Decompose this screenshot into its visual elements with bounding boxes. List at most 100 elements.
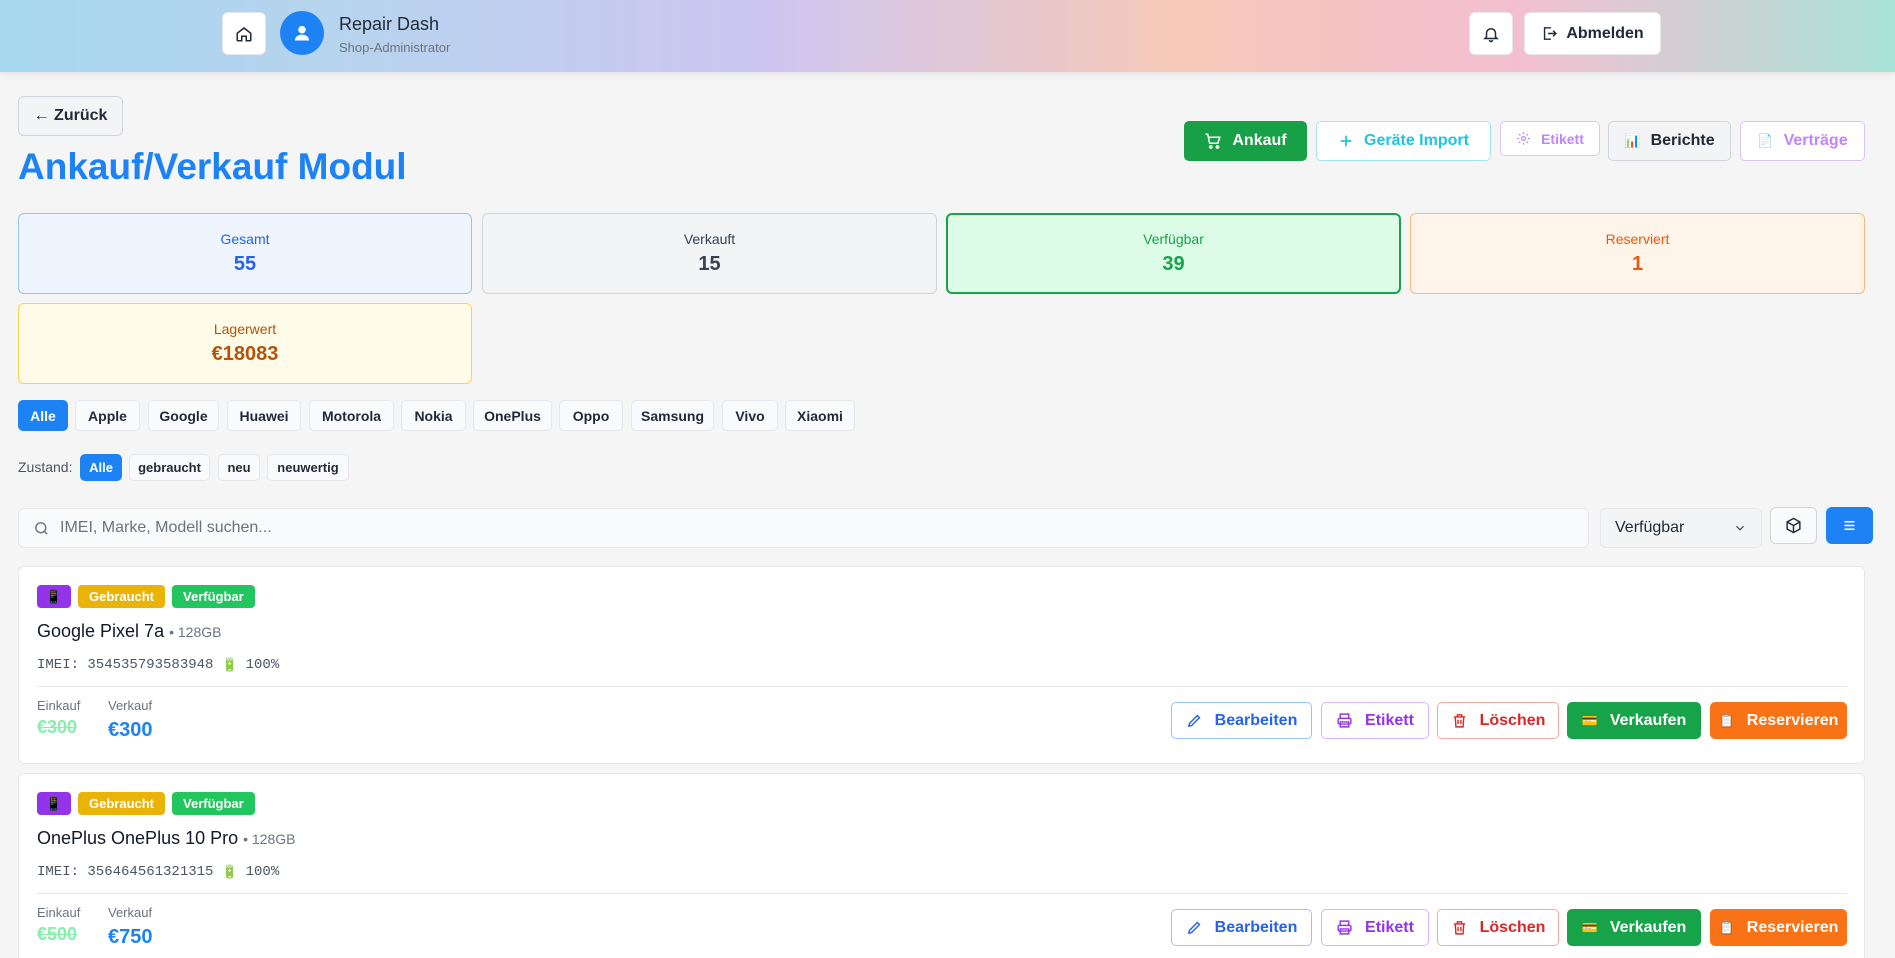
bell-icon: [1483, 27, 1499, 42]
brand-filter-google[interactable]: Google: [148, 400, 219, 431]
sell-label: Verkaufen: [1609, 711, 1687, 729]
device-storage: • 128GB: [169, 624, 222, 640]
brand-filter-apple[interactable]: Apple: [75, 400, 140, 431]
etikett-button[interactable]: Etikett: [1500, 121, 1600, 156]
brand-filter-nokia[interactable]: Nokia: [401, 400, 466, 431]
condition-filter-like-new[interactable]: neuwertig: [267, 454, 349, 481]
device-imei: IMEI: 354535793583948: [37, 657, 214, 673]
brand-filter-all[interactable]: Alle: [18, 400, 68, 431]
print-label-button[interactable]: Etikett: [1321, 909, 1429, 946]
divider: [37, 686, 1847, 687]
notifications-button[interactable]: [1469, 12, 1513, 55]
app-title: Repair Dash: [339, 14, 440, 34]
brand-filter-huawei[interactable]: Huawei: [227, 400, 301, 431]
grid-view-button[interactable]: [1770, 507, 1817, 544]
contracts-button[interactable]: 📄 Verträge: [1740, 121, 1865, 161]
reserve-button[interactable]: 📋 Reservieren: [1710, 909, 1847, 946]
back-button[interactable]: ← Zurück: [18, 96, 123, 136]
stat-available[interactable]: Verfügbar 39: [946, 213, 1401, 294]
edit-label: Bearbeiten: [1214, 711, 1298, 729]
stat-available-value: 39: [1162, 253, 1185, 275]
brand-filter-xiaomi[interactable]: Xiaomi: [785, 400, 855, 431]
status-select[interactable]: Verfügbar: [1600, 508, 1762, 548]
list-icon: [1844, 520, 1855, 531]
condition-filter-new[interactable]: neu: [218, 454, 260, 481]
contracts-label: Verträge: [1783, 132, 1848, 149]
reserve-label: Reservieren: [1746, 918, 1839, 936]
cash-icon: 💳: [1581, 712, 1598, 728]
page-title: Ankauf/Verkauf Modul: [18, 146, 407, 187]
condition-filter-label: Zustand:: [18, 459, 73, 475]
condition-filter-used[interactable]: gebraucht: [129, 454, 210, 481]
avatar: [280, 11, 324, 55]
battery-icon: 🔋: [221, 657, 238, 673]
sale-label: Verkauf: [108, 698, 153, 713]
print-label-button[interactable]: Etikett: [1321, 702, 1429, 739]
search-input[interactable]: [60, 519, 1460, 537]
pencil-icon: [1187, 921, 1201, 935]
sale-price: €750: [108, 926, 153, 948]
purchase-price: €500: [37, 924, 78, 944]
purchase-label: Einkauf: [37, 698, 81, 713]
clipboard-icon: 📋: [1718, 712, 1735, 728]
list-view-button[interactable]: [1826, 507, 1873, 544]
stat-sold-value: 15: [698, 253, 721, 275]
logout-button[interactable]: Abmelden: [1524, 12, 1661, 55]
reports-label: Berichte: [1650, 132, 1715, 149]
edit-button[interactable]: Bearbeiten: [1171, 909, 1312, 946]
stat-total-value: 55: [233, 253, 257, 275]
status-badge: Verfügbar: [172, 585, 255, 608]
condition-filter-all[interactable]: Alle: [80, 454, 122, 481]
device-import-button[interactable]: Geräte Import: [1316, 121, 1491, 161]
sell-button[interactable]: 💳 Verkaufen: [1567, 702, 1701, 739]
brand-filter-motorola[interactable]: Motorola: [309, 400, 394, 431]
pencil-icon: [1187, 714, 1201, 728]
cash-icon: 💳: [1581, 919, 1598, 935]
gear-icon: [1517, 132, 1530, 145]
stat-available-label: Verfügbar: [1143, 231, 1204, 247]
print-label-text: Etikett: [1365, 918, 1414, 936]
search-icon: [35, 521, 48, 535]
ankauf-button[interactable]: Ankauf: [1184, 121, 1307, 161]
device-imei: IMEI: 356464561321315: [37, 864, 214, 880]
brand-filter-oneplus[interactable]: OnePlus: [473, 400, 552, 431]
brand-filter-vivo[interactable]: Vivo: [722, 400, 778, 431]
device-name: Google Pixel 7a • 128GB: [37, 621, 222, 642]
phone-badge-icon: 📱: [37, 585, 71, 608]
chevron-down-icon: [1736, 525, 1744, 531]
trash-icon: [1453, 921, 1465, 935]
cart-icon: [1205, 133, 1222, 149]
purchase-price: €300: [37, 717, 78, 737]
device-card: 📱 Gebraucht Verfügbar Google Pixel 7a • …: [18, 566, 1865, 764]
divider: [37, 893, 1847, 894]
etikett-label: Etikett: [1541, 130, 1584, 147]
bar-chart-icon: 📊: [1624, 133, 1641, 148]
stat-reserved: Reserviert 1: [1410, 213, 1865, 294]
printer-icon: [1337, 713, 1352, 728]
brand-filter-samsung[interactable]: Samsung: [631, 400, 714, 431]
plus-icon: [1340, 135, 1352, 147]
device-model: OnePlus OnePlus 10 Pro: [37, 828, 239, 848]
sell-button[interactable]: 💳 Verkaufen: [1567, 909, 1701, 946]
home-icon: [236, 26, 252, 41]
delete-button[interactable]: Löschen: [1437, 909, 1559, 946]
home-button[interactable]: [222, 12, 266, 55]
device-imei-row: IMEI: 354535793583948 🔋 100%: [37, 657, 279, 673]
sell-label: Verkaufen: [1609, 918, 1687, 936]
sale-price: €300: [108, 719, 153, 741]
edit-label: Bearbeiten: [1214, 918, 1298, 936]
stat-stock-value-label: Lagerwert: [213, 321, 277, 337]
brand-filter-oppo[interactable]: Oppo: [559, 400, 623, 431]
battery-icon: 🔋: [221, 864, 238, 880]
phone-badge-icon: 📱: [37, 792, 71, 815]
stat-total-label: Gesamt: [220, 231, 270, 247]
stat-reserved-label: Reserviert: [1605, 231, 1670, 247]
condition-badge: Gebraucht: [78, 792, 166, 815]
status-select-value: Verfügbar: [1615, 519, 1685, 536]
sale-label: Verkauf: [108, 905, 153, 920]
delete-button[interactable]: Löschen: [1437, 702, 1559, 739]
reserve-button[interactable]: 📋 Reservieren: [1710, 702, 1847, 739]
reports-button[interactable]: 📊 Berichte: [1608, 121, 1731, 161]
print-label-text: Etikett: [1365, 711, 1414, 729]
edit-button[interactable]: Bearbeiten: [1171, 702, 1312, 739]
